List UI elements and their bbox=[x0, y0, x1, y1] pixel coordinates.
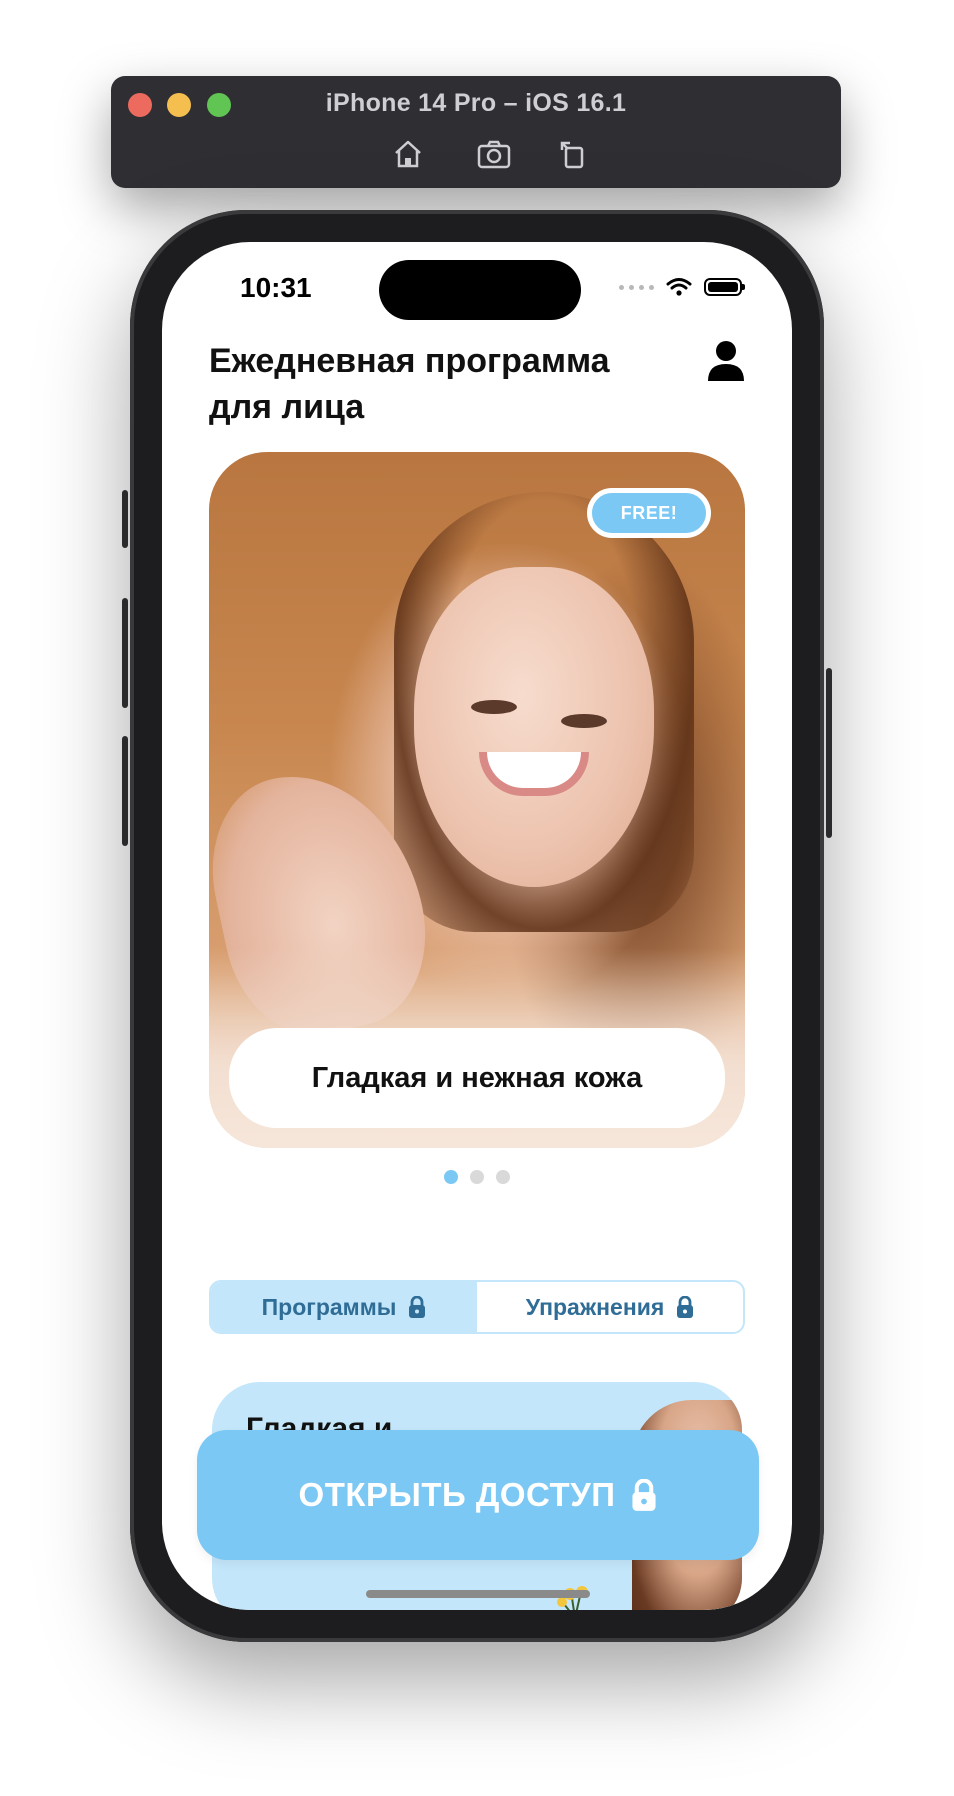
home-indicator[interactable] bbox=[366, 1590, 590, 1598]
lock-icon bbox=[676, 1296, 694, 1318]
tab-exercises-label: Упражнения bbox=[525, 1293, 665, 1320]
carousel-pager bbox=[162, 1170, 792, 1184]
hero-caption: Гладкая и нежная кожа bbox=[229, 1028, 725, 1128]
wifi-icon bbox=[666, 278, 692, 296]
rotate-icon[interactable] bbox=[553, 134, 593, 174]
tab-segment: Программы Упражнения bbox=[209, 1280, 745, 1334]
volume-down-button bbox=[122, 736, 128, 846]
unlock-access-label: ОТКРЫТЬ ДОСТУП bbox=[298, 1476, 616, 1513]
lock-icon bbox=[408, 1296, 426, 1318]
volume-up-button bbox=[122, 598, 128, 708]
signal-icon bbox=[619, 284, 654, 290]
unlock-access-button[interactable]: ОТКРЫТЬ ДОСТУП bbox=[197, 1430, 759, 1560]
status-indicators bbox=[619, 274, 745, 300]
power-button bbox=[826, 668, 832, 838]
hero-card[interactable]: FREE! Гладкая и нежная кожа bbox=[209, 452, 745, 1148]
tab-programs[interactable]: Программы bbox=[211, 1282, 477, 1332]
app-screen: 10:31 Ежедневная программа для лица FREE… bbox=[162, 242, 792, 1610]
screenshot-icon[interactable] bbox=[474, 134, 514, 174]
status-time: 10:31 bbox=[240, 272, 312, 303]
person-icon[interactable] bbox=[706, 340, 746, 382]
pager-dot-3[interactable] bbox=[496, 1170, 510, 1184]
pager-dot-1[interactable] bbox=[444, 1170, 458, 1184]
simulator-toolbar bbox=[111, 134, 841, 174]
simulator-title-bar: iPhone 14 Pro – iOS 16.1 bbox=[111, 76, 841, 188]
pager-dot-2[interactable] bbox=[470, 1170, 484, 1184]
free-badge: FREE! bbox=[587, 488, 711, 538]
tab-programs-label: Программы bbox=[261, 1293, 397, 1320]
battery-icon bbox=[704, 278, 745, 296]
iphone-frame: 10:31 Ежедневная программа для лица FREE… bbox=[122, 210, 832, 1642]
simulator-title: iPhone 14 Pro – iOS 16.1 bbox=[325, 89, 627, 117]
home-icon[interactable] bbox=[388, 134, 428, 174]
dynamic-island bbox=[379, 260, 581, 320]
mute-switch bbox=[122, 490, 128, 548]
page-title: Ежедневная программа для лица bbox=[209, 342, 610, 426]
tab-exercises[interactable]: Упражнения bbox=[477, 1282, 743, 1332]
lock-icon bbox=[631, 1479, 657, 1511]
